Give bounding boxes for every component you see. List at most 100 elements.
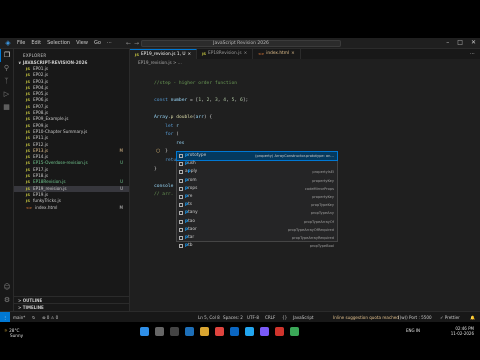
- nav-arrows[interactable]: ←→: [126, 40, 142, 47]
- menu-item[interactable]: Go: [94, 40, 101, 46]
- suggestion-item[interactable]: pts propTypeKey: [177, 201, 337, 209]
- explorer-icon[interactable]: ❐: [0, 49, 13, 62]
- code-line[interactable]: //step - higher order function: [154, 80, 474, 89]
- menu-item[interactable]: Edit: [31, 40, 41, 46]
- sync-icon[interactable]: ↻: [32, 312, 35, 322]
- vscode-icon[interactable]: [245, 327, 254, 336]
- edge-icon[interactable]: [185, 327, 194, 336]
- js-file-icon: JS: [26, 123, 30, 128]
- file-name: EP11.js: [32, 135, 49, 141]
- menu-item[interactable]: ···: [107, 40, 112, 46]
- code-line[interactable]: [154, 71, 474, 80]
- suggestion-label: tar: [188, 234, 195, 240]
- js-file-icon: JS: [26, 92, 30, 97]
- search-icon[interactable]: [155, 327, 164, 336]
- app-icon[interactable]: [230, 327, 239, 336]
- app-icon-2[interactable]: [260, 327, 269, 336]
- lightbulb-icon[interactable]: ○: [156, 148, 160, 154]
- suggestion-detail: propertyKey: [312, 194, 334, 199]
- chrome-icon[interactable]: [215, 327, 224, 336]
- maximize-icon[interactable]: □: [457, 39, 463, 46]
- clock[interactable]: 02:46 PM 11-02-2026: [451, 326, 474, 336]
- js-file-icon: JS: [26, 155, 30, 160]
- suggestion-item[interactable]: ptao propTypeArrayOf: [177, 218, 337, 226]
- minimize-icon[interactable]: –: [446, 39, 449, 46]
- account-icon[interactable]: ☺: [0, 281, 14, 294]
- go-live-port[interactable]: ((ᴡ)) Port : 5500: [398, 312, 432, 322]
- html-file-icon: <>: [258, 52, 265, 56]
- property-icon: [179, 178, 183, 183]
- editor-tab[interactable]: <> index.html ×: [253, 49, 301, 59]
- timeline-section[interactable]: > TIMELINE: [14, 303, 130, 310]
- git-branch[interactable]: main*: [13, 312, 25, 322]
- menu-item[interactable]: Selection: [47, 40, 70, 46]
- run-debug-icon[interactable]: ▷: [0, 88, 13, 101]
- suggestion-item[interactable]: ptaor propTypeArrayOfRequired: [177, 226, 337, 234]
- language-indicator[interactable]: ENG IN: [406, 328, 420, 333]
- close-tab-icon[interactable]: ×: [187, 50, 191, 60]
- js-file-icon: JS: [202, 52, 207, 56]
- indentation[interactable]: Spaces: 2: [223, 312, 243, 322]
- braces-icon[interactable]: {}: [282, 312, 287, 322]
- task-view-icon[interactable]: [170, 327, 179, 336]
- close-tab-icon[interactable]: ×: [244, 49, 248, 59]
- problems-indicator[interactable]: ⊗ 0 ⚠ 0: [42, 312, 58, 322]
- source-control-icon[interactable]: ᛉ: [0, 75, 13, 88]
- menu-item[interactable]: View: [76, 40, 88, 46]
- file-name: EP15-Overdose-revision.js: [32, 160, 88, 166]
- language-mode[interactable]: JavaScript: [293, 312, 314, 322]
- code-line[interactable]: res: [154, 140, 474, 149]
- app-icon-3[interactable]: [275, 327, 284, 336]
- suggestion-item[interactable]: props codeMirrorProps: [177, 185, 337, 193]
- suggestion-item[interactable]: apply propertyIsEl: [177, 168, 337, 176]
- prettier-status[interactable]: ✓ Prettier: [440, 312, 460, 322]
- suggestion-item[interactable]: prototype (property) ArrayConstructor.pro…: [176, 150, 338, 162]
- encoding[interactable]: UTF-8: [247, 312, 259, 322]
- code-line[interactable]: Array.p double(arr) {: [154, 114, 474, 123]
- suggestion-item[interactable]: pre propertyKey: [177, 193, 337, 201]
- editor-tab[interactable]: JS EP18Revision.js ×: [197, 49, 254, 59]
- code-line[interactable]: for (: [154, 131, 474, 140]
- workspace-folder[interactable]: ∨ JAVASCRIPT-REVISION-2026: [14, 59, 129, 66]
- start-icon[interactable]: [140, 327, 149, 336]
- command-center-search[interactable]: JavaScript Revision 2026: [141, 40, 341, 47]
- suggestion-item[interactable]: ptany propTypeAny: [177, 209, 337, 217]
- menu-item[interactable]: File: [17, 40, 25, 46]
- cursor-position[interactable]: Ln 5, Col 8: [198, 312, 220, 322]
- suggestion-item[interactable]: push: [177, 160, 337, 168]
- app-icon-4[interactable]: [290, 327, 299, 336]
- tray-lang[interactable]: ENG IN: [406, 328, 420, 333]
- js-file-icon: JS: [26, 192, 30, 197]
- weather-widget[interactable]: ☼ 28°C Sunny: [4, 328, 23, 338]
- notifications-bell-icon[interactable]: 🔔: [470, 312, 475, 322]
- extensions-icon[interactable]: ▦: [0, 101, 13, 114]
- copilot-status[interactable]: Inline suggestion quota reached: [333, 312, 399, 322]
- property-icon: [179, 154, 183, 158]
- line-endings[interactable]: CRLF: [265, 312, 275, 322]
- file-item[interactable]: <> index.html M: [14, 205, 129, 211]
- js-file-icon: JS: [26, 117, 30, 122]
- code-line[interactable]: [154, 88, 474, 97]
- clock-date: 11-02-2026: [450, 331, 474, 336]
- close-icon[interactable]: ✕: [471, 39, 476, 46]
- outline-section[interactable]: > OUTLINE: [14, 296, 130, 303]
- suggestion-item[interactable]: ptar propTypeArrayRequired: [177, 234, 337, 242]
- search-icon[interactable]: ⚲: [0, 62, 13, 75]
- code-line[interactable]: let r: [154, 123, 474, 132]
- code-line[interactable]: [154, 105, 474, 114]
- suggestion-item[interactable]: ptb propTypeBool: [177, 242, 337, 250]
- manage-gear-icon[interactable]: ⚙: [0, 294, 14, 307]
- windows-taskbar: ☼ 28°C Sunny ENG IN 02:46 PM 11-02-2026: [0, 322, 480, 360]
- close-tab-icon[interactable]: ×: [291, 49, 295, 59]
- editor-tab[interactable]: JS EP19_revision.js 1, U ×: [130, 49, 198, 60]
- suggestion-label: tao: [188, 218, 196, 224]
- breadcrumb[interactable]: EP19_revision.js > ...: [138, 60, 182, 65]
- explorer-sidebar: EXPLORER ∨ JAVASCRIPT-REVISION-2026 JS EP…: [14, 49, 130, 311]
- suggestion-item[interactable]: prom propertyKey: [177, 177, 337, 185]
- suggestion-detail: propTypeArrayOfRequired: [287, 227, 334, 232]
- more-actions-icon[interactable]: ⋯: [470, 49, 480, 59]
- remote-indicator-icon[interactable]: ⋮: [0, 312, 10, 322]
- taskbar-apps: [140, 327, 299, 336]
- file-explorer-icon[interactable]: [200, 327, 209, 336]
- code-line[interactable]: const number = [1, 2, 3, 4, 5, 6];: [154, 97, 474, 106]
